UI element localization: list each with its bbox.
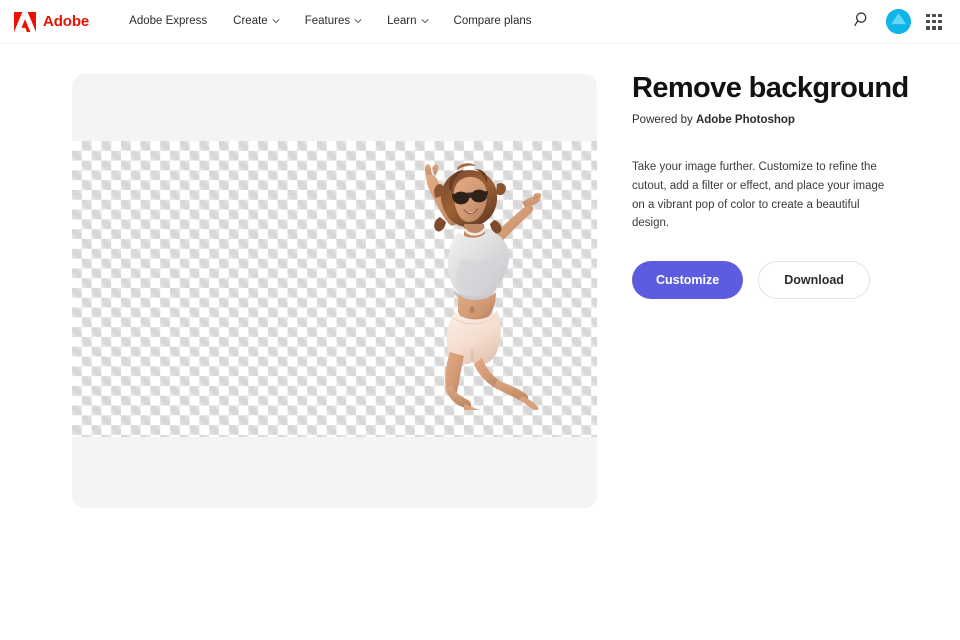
- nav-item-create[interactable]: Create: [220, 10, 292, 34]
- grid-dot: [938, 19, 942, 24]
- nav-item-compare-plans[interactable]: Compare plans: [441, 10, 545, 34]
- tool-info-panel: Remove background Powered by Adobe Photo…: [632, 72, 922, 300]
- main-content: Remove background Powered by Adobe Photo…: [0, 44, 960, 640]
- powered-by-prefix: Powered by: [632, 114, 693, 127]
- grid-dot: [932, 13, 936, 18]
- chevron-down-icon: [421, 17, 428, 24]
- nav-item-features[interactable]: Features: [292, 10, 374, 34]
- grid-dot: [926, 13, 930, 18]
- user-avatar[interactable]: [886, 9, 911, 34]
- cutout-subject-image: [402, 162, 557, 410]
- nav-item-learn[interactable]: Learn: [374, 10, 440, 34]
- action-buttons: Customize Download: [632, 260, 922, 300]
- nav-label: Features: [304, 14, 351, 27]
- grid-dot: [926, 25, 930, 30]
- nav-label: Create: [233, 14, 268, 27]
- app-grid-icon[interactable]: [926, 13, 942, 30]
- grid-dot: [938, 13, 942, 18]
- header-actions: [854, 9, 942, 34]
- download-button[interactable]: Download: [758, 261, 870, 299]
- powered-by-line: Powered by Adobe Photoshop: [632, 113, 922, 128]
- page-title: Remove background: [632, 72, 909, 104]
- chevron-down-icon: [354, 17, 362, 24]
- primary-navigation: Adobe Express Create Features Learn Comp…: [116, 10, 544, 34]
- image-preview-canvas[interactable]: [72, 74, 597, 508]
- tool-description: Take your image further. Customize to re…: [632, 161, 885, 230]
- nav-item-adobe-express[interactable]: Adobe Express: [116, 10, 220, 34]
- grid-dot: [932, 25, 936, 30]
- chevron-down-icon: [272, 17, 280, 24]
- nav-label: Learn: [387, 14, 417, 27]
- grid-dot: [938, 25, 942, 30]
- nav-label: Compare plans: [453, 14, 532, 27]
- powered-by-brand: Adobe Photoshop: [695, 114, 795, 127]
- adobe-logo-link[interactable]: Adobe: [14, 11, 90, 32]
- adobe-wordmark: Adobe: [43, 13, 90, 30]
- grid-dot: [926, 19, 930, 24]
- global-header: Adobe Adobe Express Create Features Lear…: [0, 0, 960, 44]
- grid-dot: [932, 19, 936, 24]
- adobe-a-logo-icon: [14, 11, 36, 32]
- nav-label: Adobe Express: [129, 14, 208, 27]
- search-icon[interactable]: [854, 11, 871, 33]
- customize-button[interactable]: Customize: [632, 260, 744, 300]
